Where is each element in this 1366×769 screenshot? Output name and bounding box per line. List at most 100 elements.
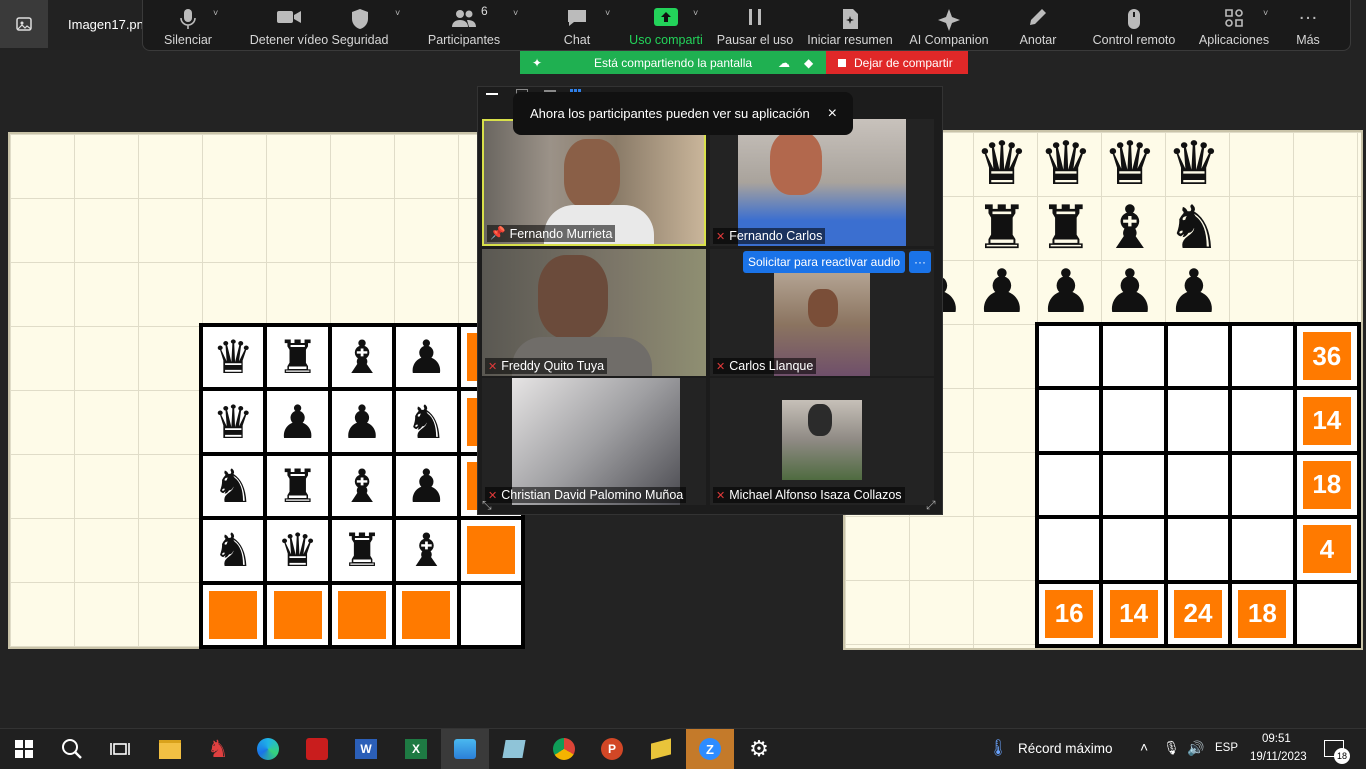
row-sum-square[interactable]: 18: [1296, 454, 1357, 516]
chess-piece[interactable]: ♛: [1167, 134, 1221, 194]
pin-icon[interactable]: ✦: [532, 56, 542, 70]
empty-cell[interactable]: [1167, 326, 1229, 387]
stop-sharing-button[interactable]: Dejar de compartir: [826, 51, 968, 74]
chess-piece[interactable]: ♟: [1039, 262, 1093, 322]
row-sum-square[interactable]: 4: [1296, 519, 1357, 580]
participant-tile[interactable]: ✕ Freddy Quito Tuya: [482, 249, 706, 376]
orange-answer-square[interactable]: [267, 584, 328, 645]
empty-cell[interactable]: [1232, 326, 1293, 387]
chess-piece[interactable]: ♞: [1167, 198, 1221, 258]
photos-app-icon[interactable]: [0, 0, 48, 48]
empty-cell[interactable]: [1039, 390, 1100, 451]
chess-piece[interactable]: ♛: [1039, 134, 1093, 194]
clock-date[interactable]: 19/11/2023: [1250, 751, 1307, 763]
chess-piece-cell[interactable]: ♜: [267, 327, 328, 388]
chess-piece-cell[interactable]: ♜: [267, 455, 328, 517]
empty-cell[interactable]: [1039, 454, 1100, 516]
language-indicator[interactable]: ESP: [1215, 742, 1238, 754]
start-summary-button[interactable]: Iniciar resumen: [807, 0, 893, 50]
chevron-down-icon[interactable]: ˅: [395, 8, 400, 18]
clock-time[interactable]: 09:51: [1262, 733, 1291, 745]
orange-answer-square[interactable]: [396, 584, 457, 645]
chess-piece[interactable]: ♜: [1039, 198, 1093, 258]
acrobat-button[interactable]: [293, 729, 341, 769]
chess-piece-cell[interactable]: ♟: [331, 391, 393, 452]
row-sum-square[interactable]: 36: [1296, 326, 1357, 387]
chess-piece[interactable]: ♛: [975, 134, 1029, 194]
volume-icon[interactable]: 🔊: [1187, 740, 1204, 757]
chrome-button[interactable]: [540, 729, 588, 769]
participant-tile[interactable]: ✕ Christian David Palomino Muñoa: [482, 378, 706, 505]
chess-piece-cell[interactable]: ♞: [203, 455, 264, 517]
mute-button[interactable]: ˅ Silenciar: [151, 0, 225, 50]
microphone-tray-icon[interactable]: 🎙: [1163, 740, 1180, 756]
participant-tile[interactable]: ✕ Fernando Carlos: [710, 119, 934, 246]
chess-piece[interactable]: ♟: [975, 262, 1029, 322]
start-button[interactable]: [0, 729, 48, 769]
chess-piece-cell[interactable]: ♟: [267, 391, 328, 452]
chess-piece-cell[interactable]: ♜: [331, 520, 393, 581]
empty-cell[interactable]: [1167, 454, 1229, 516]
remote-control-button[interactable]: Control remoto: [1093, 0, 1175, 50]
apps-button[interactable]: ˅ Aplicaciones: [1199, 0, 1269, 50]
empty-cell[interactable]: [1232, 454, 1293, 516]
chess-piece-cell[interactable]: ♝: [396, 520, 457, 581]
chat-button[interactable]: ˅ Chat: [557, 0, 610, 50]
column-sum-square[interactable]: 16: [1039, 583, 1100, 644]
close-icon[interactable]: ×: [828, 105, 837, 123]
zoom-button[interactable]: Z: [686, 729, 734, 769]
task-view-button[interactable]: [96, 729, 144, 769]
resize-handle-icon[interactable]: ⤡: [482, 498, 492, 513]
chess-piece[interactable]: ♟: [1167, 262, 1221, 322]
share-screen-button[interactable]: ˅ Uso comparti: [629, 0, 703, 50]
empty-cell[interactable]: [1296, 583, 1357, 644]
chevron-down-icon[interactable]: ˅: [213, 8, 218, 18]
resize-handle-icon[interactable]: ⤢: [926, 498, 936, 513]
empty-cell[interactable]: [1103, 519, 1164, 580]
more-options-button[interactable]: ···: [909, 251, 931, 273]
settings-button[interactable]: ⚙: [735, 729, 783, 769]
chess-piece-cell[interactable]: ♛: [267, 520, 328, 581]
pause-share-button[interactable]: Pausar el uso: [717, 0, 793, 50]
request-unmute-button[interactable]: Solicitar para reactivar audio: [743, 251, 905, 273]
edge-button[interactable]: [244, 729, 292, 769]
chess-piece-cell[interactable]: ♝: [331, 327, 393, 388]
weather-widget[interactable]: Récord máximo: [1018, 741, 1113, 756]
chess-piece-cell[interactable]: ♝: [331, 455, 393, 517]
chess-piece-cell[interactable]: ♛: [203, 391, 264, 452]
chess-piece-cell[interactable]: ♞: [203, 520, 264, 581]
excel-button[interactable]: X: [392, 729, 440, 769]
powerpoint-button[interactable]: P: [588, 729, 636, 769]
column-sum-square[interactable]: 18: [1232, 583, 1293, 644]
chess-piece-cell[interactable]: ♛: [203, 327, 264, 388]
chess-piece[interactable]: ♝: [1103, 198, 1157, 258]
empty-cell[interactable]: [1039, 326, 1100, 387]
empty-cell[interactable]: [1232, 390, 1293, 451]
empty-cell[interactable]: [1103, 454, 1164, 516]
more-button[interactable]: … Más: [1291, 0, 1325, 50]
empty-cell[interactable]: [1103, 390, 1164, 451]
empty-cell[interactable]: [1167, 519, 1229, 580]
chevron-down-icon[interactable]: ˅: [513, 8, 518, 18]
chevron-down-icon[interactable]: ˅: [1263, 8, 1268, 18]
chevron-down-icon[interactable]: ˅: [693, 8, 698, 18]
ai-companion-button[interactable]: AI Companion: [909, 0, 989, 50]
empty-cell[interactable]: [1103, 326, 1164, 387]
annotate-button[interactable]: Anotar: [1017, 0, 1059, 50]
chess-piece[interactable]: ♜: [975, 198, 1029, 258]
chess-piece-cell[interactable]: ♞: [396, 391, 457, 452]
chess-piece[interactable]: ♛: [1103, 134, 1157, 194]
minimize-icon[interactable]: [486, 93, 498, 95]
search-button[interactable]: [48, 729, 96, 769]
empty-cell[interactable]: [1167, 390, 1229, 451]
word-button[interactable]: W: [342, 729, 390, 769]
participant-tile[interactable]: ✕ Michael Alfonso Isaza Collazos: [710, 378, 934, 505]
photos-button[interactable]: [441, 729, 489, 769]
chess-piece-cell[interactable]: ♟: [396, 327, 457, 388]
empty-cell[interactable]: [1232, 519, 1293, 580]
row-sum-square[interactable]: 14: [1296, 390, 1357, 451]
chess-piece[interactable]: ♟: [1103, 262, 1157, 322]
orange-answer-square[interactable]: [203, 584, 264, 645]
chess-piece-cell[interactable]: ♟: [396, 455, 457, 517]
column-sum-square[interactable]: 14: [1103, 583, 1164, 644]
